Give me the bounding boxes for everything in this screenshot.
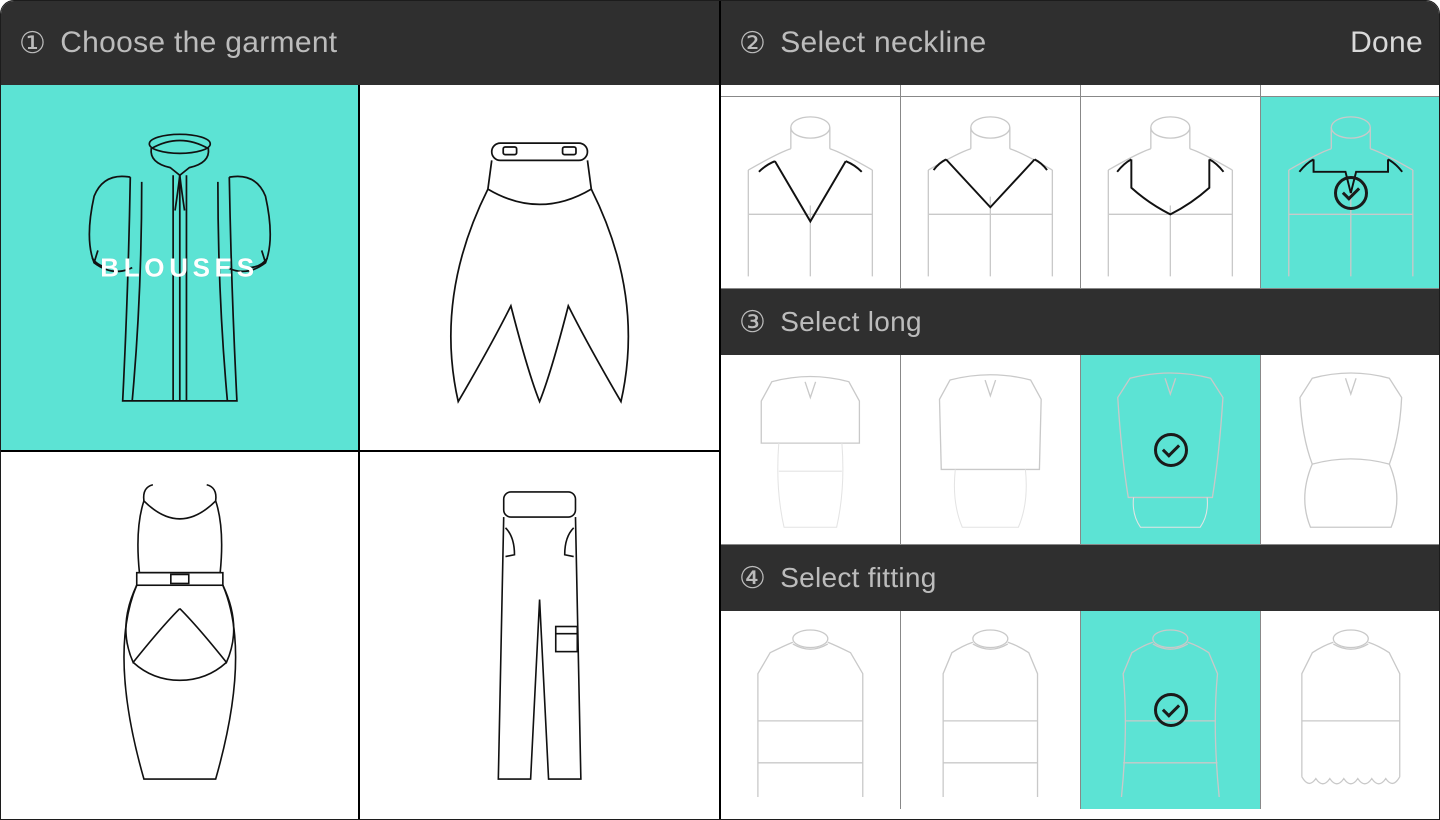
step-fitting-num: ④ bbox=[739, 561, 766, 596]
neckline-v-deep[interactable] bbox=[721, 97, 901, 288]
garment-blouses[interactable]: BLOUSES bbox=[1, 85, 360, 452]
long-crop[interactable] bbox=[721, 355, 901, 544]
garment-dresses[interactable] bbox=[1, 452, 360, 819]
long-row bbox=[721, 355, 1440, 545]
neckline-straight-slit-icon bbox=[1268, 108, 1434, 276]
fitting-straight-icon bbox=[908, 623, 1073, 798]
step-fitting-title: Select fitting bbox=[780, 562, 936, 594]
long-waist[interactable] bbox=[901, 355, 1081, 544]
step-long-title: Select long bbox=[780, 306, 922, 338]
fitting-fitted-icon bbox=[1088, 623, 1253, 798]
neckline-straight-slit[interactable] bbox=[1261, 97, 1440, 288]
fitting-loose-icon bbox=[728, 623, 893, 798]
neckline-sweetheart-icon bbox=[1088, 108, 1253, 276]
long-waist-icon bbox=[908, 366, 1073, 533]
fitting-gathered-icon bbox=[1268, 623, 1434, 798]
step-neckline-header: ② Select neckline Done bbox=[721, 1, 1440, 85]
step-long-num: ③ bbox=[739, 305, 766, 340]
fitting-loose[interactable] bbox=[721, 611, 901, 809]
skirt-icon bbox=[396, 107, 683, 428]
step-fitting-header: ④ Select fitting bbox=[721, 545, 1440, 611]
fitting-row bbox=[721, 611, 1440, 809]
fitting-straight[interactable] bbox=[901, 611, 1081, 809]
garment-designer: ① Choose the garment bbox=[0, 0, 1440, 820]
long-hip[interactable] bbox=[1081, 355, 1261, 544]
fitting-fitted[interactable] bbox=[1081, 611, 1261, 809]
garment-grid: BLOUSES bbox=[1, 85, 719, 819]
neckline-row bbox=[721, 97, 1440, 289]
step-garment-header: ① Choose the garment bbox=[1, 1, 719, 85]
neckline-prev-row-peek bbox=[721, 85, 1440, 97]
step-garment: ① Choose the garment bbox=[1, 1, 721, 819]
long-hip-icon bbox=[1088, 366, 1253, 533]
dress-icon bbox=[37, 474, 323, 797]
long-crop-icon bbox=[728, 366, 893, 533]
step-long-header: ③ Select long bbox=[721, 289, 1440, 355]
blouse-icon bbox=[37, 107, 323, 428]
step-fitting: ④ Select fitting bbox=[721, 545, 1440, 809]
neckline-v-wide[interactable] bbox=[901, 97, 1081, 288]
step-garment-title: Choose the garment bbox=[60, 26, 337, 60]
long-peplum-icon bbox=[1268, 366, 1434, 533]
step-neckline-num: ② bbox=[739, 26, 766, 61]
garment-pants[interactable] bbox=[360, 452, 719, 819]
step-neckline: ② Select neckline Done bbox=[721, 1, 1440, 289]
steps-right: ② Select neckline Done bbox=[721, 1, 1440, 819]
done-button[interactable]: Done bbox=[1350, 26, 1423, 60]
neckline-v-wide-icon bbox=[908, 108, 1073, 276]
step-garment-num: ① bbox=[19, 26, 46, 61]
neckline-v-deep-icon bbox=[728, 108, 893, 276]
step-neckline-title: Select neckline bbox=[780, 26, 986, 60]
neckline-sweetheart[interactable] bbox=[1081, 97, 1261, 288]
step-long: ③ Select long bbox=[721, 289, 1440, 545]
garment-skirts[interactable] bbox=[360, 85, 719, 452]
pants-icon bbox=[396, 474, 683, 797]
fitting-gathered[interactable] bbox=[1261, 611, 1440, 809]
long-peplum[interactable] bbox=[1261, 355, 1440, 544]
